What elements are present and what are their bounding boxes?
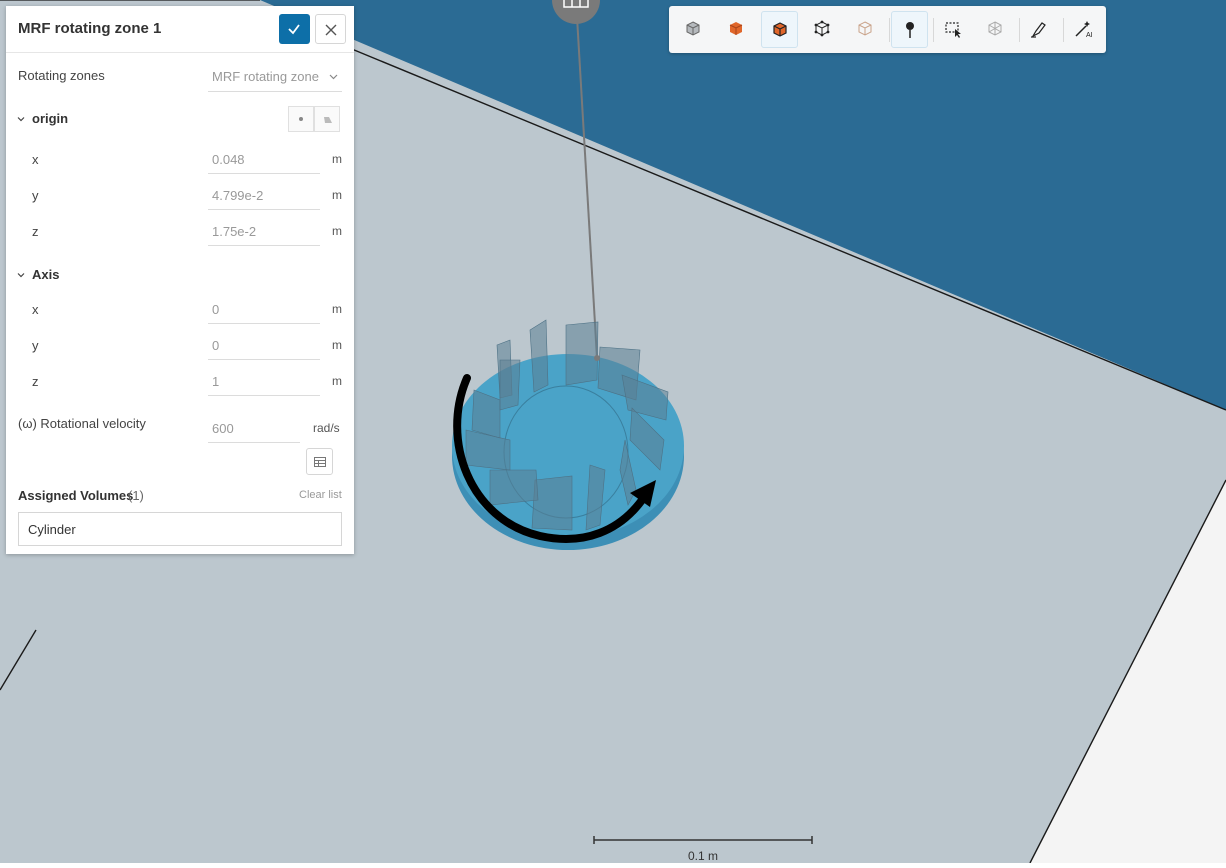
point-probe-button[interactable] bbox=[891, 11, 928, 48]
axis-x-unit: m bbox=[332, 302, 342, 316]
clear-list-button[interactable]: Clear list bbox=[299, 489, 342, 501]
rotating-zones-select[interactable]: MRF rotating zone bbox=[208, 62, 342, 92]
transparent-cube-icon bbox=[858, 21, 872, 36]
origin-collapse-chevron-icon[interactable] bbox=[17, 115, 25, 123]
assigned-volumes-list[interactable]: Cylinder bbox=[18, 512, 342, 546]
axis-z-input[interactable]: 1 bbox=[208, 366, 320, 396]
rotational-velocity-unit: rad/s bbox=[313, 421, 340, 435]
origin-z-unit: m bbox=[332, 224, 342, 238]
chevron-down-icon bbox=[329, 74, 338, 80]
origin-y-input[interactable]: 4.799e-2 bbox=[208, 180, 320, 210]
toolbar-separator bbox=[889, 18, 890, 42]
wireframe-cube-icon bbox=[814, 20, 830, 37]
origin-y-label: y bbox=[32, 188, 39, 203]
axis-y-unit: m bbox=[332, 338, 342, 352]
assigned-volumes-label: Assigned Volumes bbox=[18, 488, 134, 503]
axis-y-input[interactable]: 0 bbox=[208, 330, 320, 360]
axis-x-value: 0 bbox=[212, 302, 220, 317]
rotational-velocity-input[interactable]: 600 bbox=[208, 413, 300, 443]
solid-edges-cube-icon bbox=[773, 22, 787, 37]
axis-z-value: 1 bbox=[212, 374, 220, 389]
toolbar-separator bbox=[1063, 18, 1064, 42]
origin-x-input[interactable]: 0.048 bbox=[208, 144, 320, 174]
cube-view-icon bbox=[686, 21, 700, 36]
rotational-velocity-value: 600 bbox=[212, 421, 234, 436]
origin-x-unit: m bbox=[332, 152, 342, 166]
origin-pick-button[interactable] bbox=[314, 106, 340, 132]
toolbar-separator bbox=[933, 18, 934, 42]
rotational-velocity-label: (ω) Rotational velocity bbox=[18, 416, 146, 431]
axis-x-label: x bbox=[32, 302, 39, 317]
svg-text:AI: AI bbox=[1086, 32, 1093, 38]
axis-z-unit: m bbox=[332, 374, 342, 388]
transparent-view-button[interactable] bbox=[847, 11, 884, 48]
pick-geometry-icon bbox=[324, 117, 332, 123]
mesh-icon bbox=[988, 21, 1002, 36]
axis-y-value: 0 bbox=[212, 338, 220, 353]
panel-title: MRF rotating zone 1 bbox=[18, 20, 162, 37]
point-probe-icon bbox=[906, 22, 914, 38]
mesh-button[interactable] bbox=[977, 11, 1014, 48]
solid-edges-view-button[interactable] bbox=[761, 11, 798, 48]
origin-y-value: 4.799e-2 bbox=[212, 188, 264, 203]
ai-assist-button[interactable]: AI bbox=[1065, 11, 1102, 48]
paint-select-button[interactable] bbox=[1021, 11, 1058, 48]
view-toolbar: AI bbox=[669, 6, 1106, 53]
axis-collapse-chevron-icon[interactable] bbox=[17, 271, 25, 279]
origin-x-label: x bbox=[32, 152, 39, 167]
point-icon bbox=[299, 117, 303, 121]
rotating-zones-label: Rotating zones bbox=[18, 68, 105, 83]
scale-bar-label: 0.1 m bbox=[688, 849, 719, 863]
confirm-button[interactable] bbox=[279, 14, 310, 44]
axis-x-input[interactable]: 0 bbox=[208, 294, 320, 324]
origin-section-label: origin bbox=[32, 111, 69, 126]
panel-header: MRF rotating zone 1 bbox=[6, 6, 354, 53]
box-select-button[interactable] bbox=[935, 11, 972, 48]
origin-z-value: 1.75e-2 bbox=[212, 224, 257, 239]
axis-z-label: z bbox=[32, 374, 39, 389]
list-item[interactable]: Cylinder bbox=[28, 522, 76, 537]
toolbar-separator bbox=[1019, 18, 1020, 42]
close-icon bbox=[325, 24, 337, 36]
box-select-icon bbox=[945, 22, 961, 38]
check-icon bbox=[288, 24, 300, 35]
origin-point-button[interactable] bbox=[288, 106, 314, 132]
origin-z-input[interactable]: 1.75e-2 bbox=[208, 216, 320, 246]
origin-z-label: z bbox=[32, 224, 39, 239]
axis-y-label: y bbox=[32, 338, 39, 353]
origin-x-value: 0.048 bbox=[212, 152, 245, 167]
paint-select-icon bbox=[1031, 22, 1046, 38]
solid-cube-icon bbox=[729, 22, 743, 35]
ai-wand-icon: AI bbox=[1075, 21, 1093, 38]
rotating-zones-value: MRF rotating zone bbox=[212, 69, 319, 84]
wireframe-view-button[interactable] bbox=[804, 11, 841, 48]
solid-view-button[interactable] bbox=[718, 11, 755, 48]
table-icon bbox=[314, 457, 326, 467]
mrf-zone-panel: MRF rotating zone 1 Rotating zones MRF r… bbox=[6, 6, 354, 554]
cube-view-button[interactable] bbox=[675, 11, 712, 48]
origin-y-unit: m bbox=[332, 188, 342, 202]
assigned-volumes-count: (1) bbox=[128, 488, 144, 503]
close-button[interactable] bbox=[315, 14, 346, 44]
axis-section-label: Axis bbox=[32, 267, 60, 282]
table-input-button[interactable] bbox=[306, 448, 333, 475]
